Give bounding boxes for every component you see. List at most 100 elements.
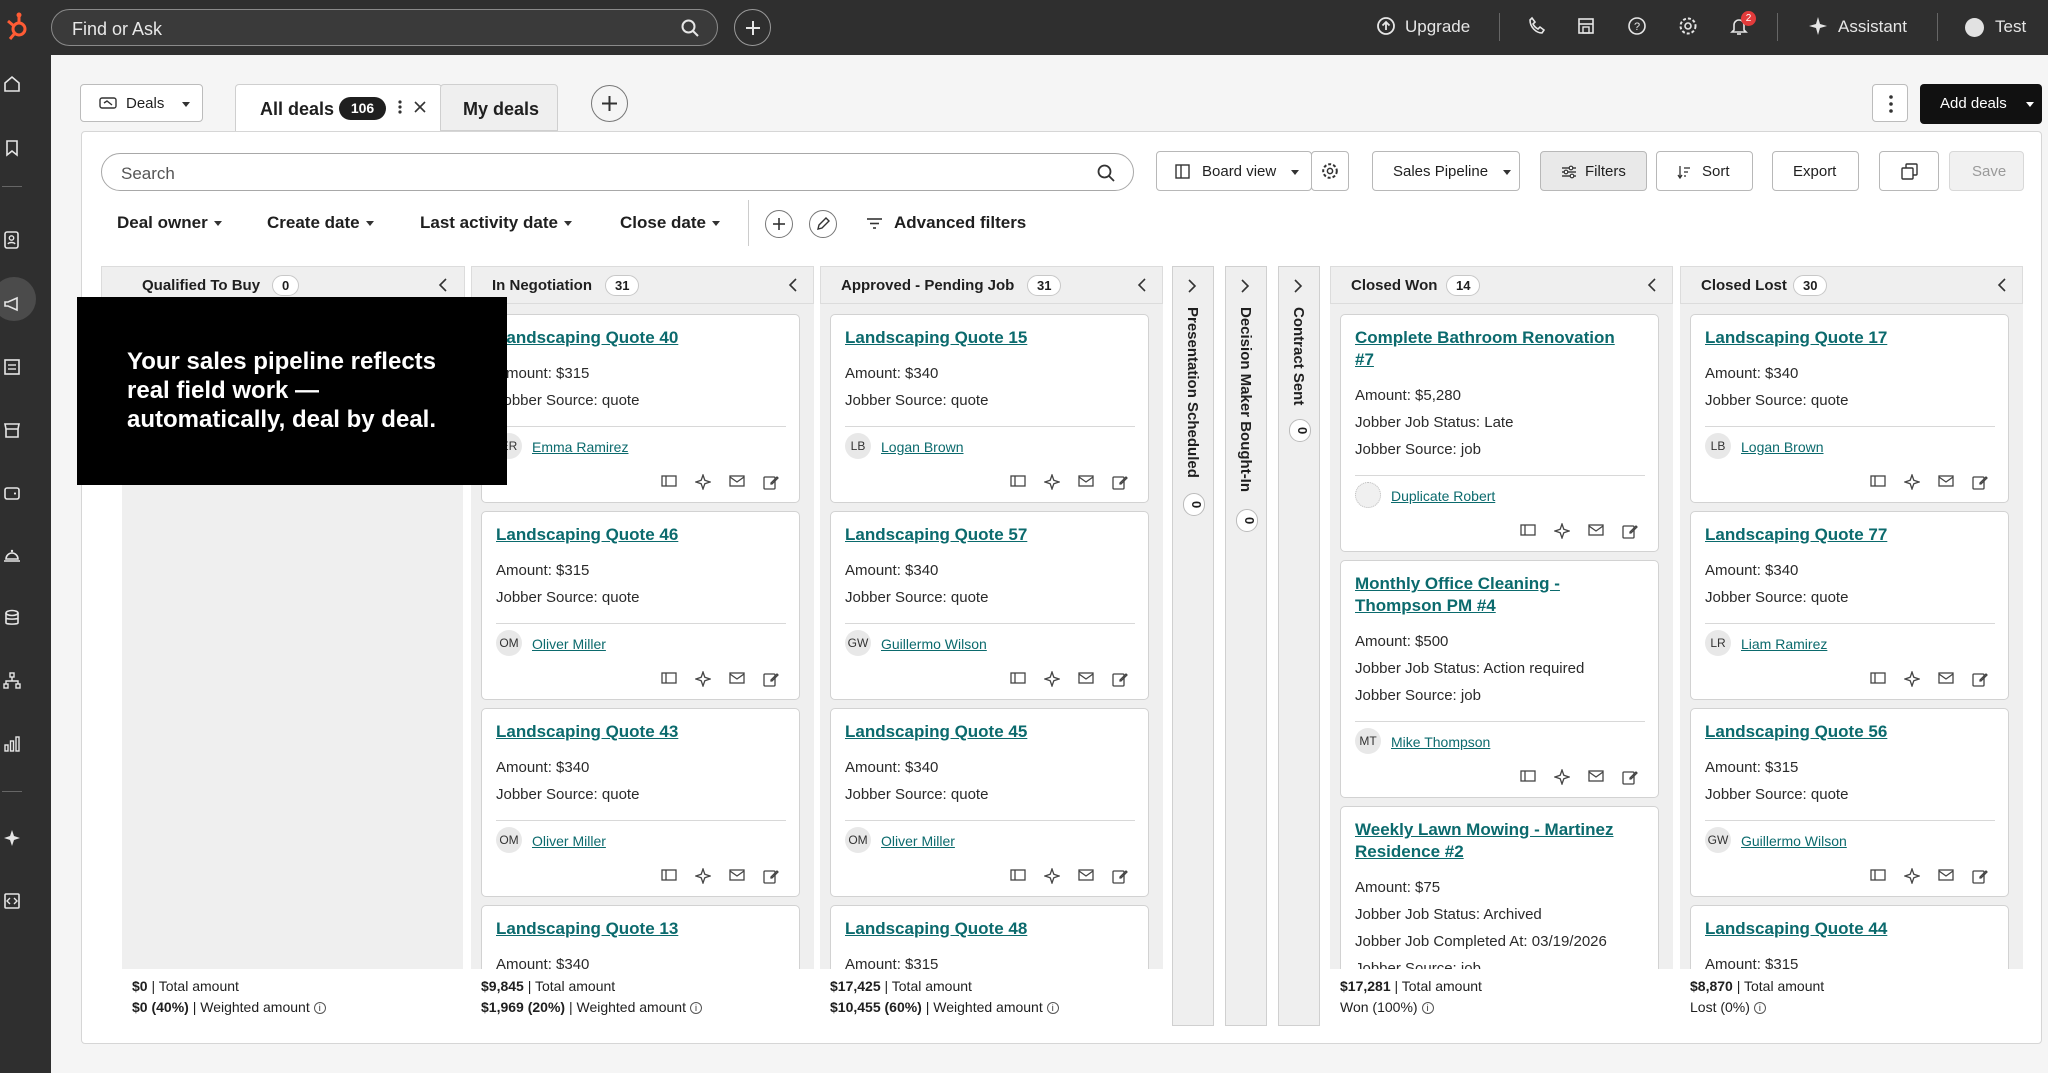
owner-link[interactable]: Guillermo Wilson: [881, 636, 987, 652]
deal-card[interactable]: Landscaping Quote 57 Amount: $340 Jobber…: [830, 511, 1149, 700]
deal-card[interactable]: Weekly Lawn Mowing - Martinez Residence …: [1340, 806, 1659, 969]
owner-link[interactable]: Guillermo Wilson: [1741, 833, 1847, 849]
content-icon[interactable]: [3, 358, 21, 376]
add-view-button[interactable]: [591, 85, 628, 122]
ai-sparkle-icon[interactable]: [1554, 523, 1570, 539]
board-search-input[interactable]: Search: [101, 153, 1134, 191]
collapse-chevron-left-icon[interactable]: [1997, 278, 2007, 292]
upgrade-icon[interactable]: [1376, 16, 1396, 36]
email-icon[interactable]: [729, 671, 745, 687]
ai-sparkle-icon[interactable]: [695, 671, 711, 687]
email-icon[interactable]: [1078, 671, 1094, 687]
deal-title-link[interactable]: Landscaping Quote 43: [496, 721, 766, 743]
reporting-chart-icon[interactable]: [3, 735, 21, 753]
user-avatar[interactable]: [1965, 18, 1984, 37]
email-icon[interactable]: [1938, 671, 1954, 687]
note-edit-icon[interactable]: [1972, 474, 1988, 490]
collapse-chevron-left-icon[interactable]: [438, 278, 448, 292]
deal-title-link[interactable]: Monthly Office Cleaning - Thompson PM #4: [1355, 573, 1625, 617]
note-edit-icon[interactable]: [1972, 868, 1988, 884]
deal-title-link[interactable]: Landscaping Quote 77: [1705, 524, 1975, 546]
ai-sparkle-icon[interactable]: [1904, 671, 1920, 687]
info-icon[interactable]: i: [1753, 1002, 1766, 1015]
marketplace-icon[interactable]: [1576, 16, 1596, 36]
note-edit-icon[interactable]: [1112, 868, 1128, 884]
info-icon[interactable]: i: [1421, 1002, 1434, 1015]
advanced-filters-button[interactable]: Advanced filters: [894, 213, 1026, 233]
ai-sparkle-icon[interactable]: [695, 474, 711, 490]
commerce-store-icon[interactable]: [3, 421, 21, 439]
deal-card[interactable]: Landscaping Quote 17 Amount: $340 Jobber…: [1690, 314, 2009, 503]
preview-icon[interactable]: [1870, 671, 1886, 687]
note-edit-icon[interactable]: [1622, 523, 1638, 539]
preview-icon[interactable]: [1010, 474, 1026, 490]
tab-my-deals[interactable]: My deals: [440, 84, 558, 131]
ai-sparkle-icon[interactable]: [1554, 769, 1570, 785]
email-icon[interactable]: [1588, 769, 1604, 785]
email-icon[interactable]: [729, 474, 745, 490]
owner-link[interactable]: Liam Ramirez: [1741, 636, 1827, 652]
deal-title-link[interactable]: Landscaping Quote 45: [845, 721, 1115, 743]
owner-link[interactable]: Emma Ramirez: [532, 439, 628, 455]
deal-title-link[interactable]: Landscaping Quote 44: [1705, 918, 1975, 940]
email-icon[interactable]: [1078, 868, 1094, 884]
add-filter-button[interactable]: [765, 210, 793, 238]
owner-link[interactable]: Logan Brown: [881, 439, 964, 455]
last-activity-date-filter[interactable]: Last activity date: [420, 213, 572, 233]
info-icon[interactable]: i: [689, 1002, 702, 1015]
deal-owner-filter[interactable]: Deal owner: [117, 213, 222, 233]
deal-card[interactable]: Landscaping Quote 48 Amount: $315: [830, 905, 1149, 969]
settings-gear-icon[interactable]: [1678, 16, 1698, 36]
preview-icon[interactable]: [1520, 769, 1536, 785]
info-icon[interactable]: i: [1046, 1002, 1059, 1015]
deal-title-link[interactable]: Complete Bathroom Renovation #7: [1355, 327, 1625, 371]
ai-sparkle-icon[interactable]: [1044, 474, 1060, 490]
close-tab-icon[interactable]: [413, 100, 427, 114]
email-icon[interactable]: [729, 868, 745, 884]
preview-icon[interactable]: [1010, 671, 1026, 687]
pipeline-selector-dropdown[interactable]: Sales Pipeline: [1372, 151, 1520, 191]
preview-icon[interactable]: [1870, 474, 1886, 490]
hubspot-logo-icon[interactable]: [4, 12, 30, 42]
ai-sparkle-icon[interactable]: [1044, 868, 1060, 884]
preview-icon[interactable]: [1870, 868, 1886, 884]
deal-card[interactable]: Landscaping Quote 44 Amount: $315: [1690, 905, 2009, 969]
deal-card[interactable]: Landscaping Quote 40 Amount: $315 Jobber…: [481, 314, 800, 503]
tab-options-kebab-icon[interactable]: [398, 98, 402, 116]
assistant-button[interactable]: Assistant: [1838, 17, 1907, 37]
deal-card[interactable]: Complete Bathroom Renovation #7 Amount: …: [1340, 314, 1659, 552]
deal-card[interactable]: Landscaping Quote 45 Amount: $340 Jobber…: [830, 708, 1149, 897]
collapsed-column-decision-maker-bought-in[interactable]: Decision Maker Bought-In 0: [1225, 266, 1267, 1026]
add-deals-button[interactable]: Add deals: [1920, 84, 2042, 124]
help-icon[interactable]: ?: [1627, 16, 1647, 36]
deal-title-link[interactable]: Landscaping Quote 57: [845, 524, 1115, 546]
service-bell-icon[interactable]: [3, 546, 21, 564]
preview-icon[interactable]: [661, 671, 677, 687]
deal-title-link[interactable]: Landscaping Quote 40: [496, 327, 766, 349]
deal-title-link[interactable]: Landscaping Quote 56: [1705, 721, 1975, 743]
deal-card[interactable]: Landscaping Quote 43 Amount: $340 Jobber…: [481, 708, 800, 897]
crm-contacts-icon[interactable]: [4, 231, 20, 249]
collapsed-column-contract-sent[interactable]: Contract Sent 0: [1278, 266, 1320, 1026]
owner-link[interactable]: Oliver Miller: [881, 833, 955, 849]
preview-icon[interactable]: [661, 474, 677, 490]
note-edit-icon[interactable]: [1112, 474, 1128, 490]
deal-title-link[interactable]: Landscaping Quote 13: [496, 918, 766, 940]
owner-link[interactable]: Logan Brown: [1741, 439, 1824, 455]
email-icon[interactable]: [1938, 868, 1954, 884]
user-menu[interactable]: Test: [1995, 17, 2026, 37]
note-edit-icon[interactable]: [1622, 769, 1638, 785]
expand-chevron-right-icon[interactable]: [1187, 279, 1197, 293]
deal-card[interactable]: Landscaping Quote 46 Amount: $315 Jobber…: [481, 511, 800, 700]
close-date-filter[interactable]: Close date: [620, 213, 720, 233]
automation-hierarchy-icon[interactable]: [3, 672, 21, 690]
edit-filters-pencil-icon[interactable]: [809, 210, 837, 238]
save-view-button[interactable]: Save: [1949, 151, 2024, 191]
more-actions-button[interactable]: [1872, 84, 1908, 122]
expand-chevron-right-icon[interactable]: [1240, 279, 1250, 293]
ai-sparkle-icon[interactable]: [1044, 671, 1060, 687]
deal-card[interactable]: Landscaping Quote 13 Amount: $340: [481, 905, 800, 969]
owner-link[interactable]: Duplicate Robert: [1391, 488, 1495, 504]
note-edit-icon[interactable]: [1972, 671, 1988, 687]
preview-icon[interactable]: [1010, 868, 1026, 884]
